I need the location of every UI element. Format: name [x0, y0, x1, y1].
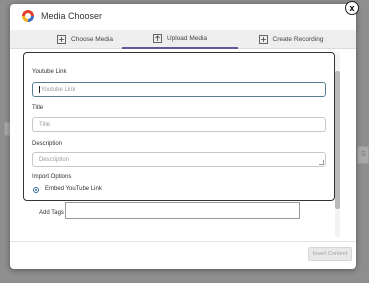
close-button[interactable]: x [345, 1, 359, 15]
plus-square-icon [57, 35, 66, 44]
upload-form-panel: Youtube Link Youtube Link Title Title De… [23, 52, 335, 201]
tab-bar: Choose Media Upload Media Create Recordi… [10, 30, 356, 49]
footer-divider [10, 241, 356, 242]
title-label: Title [32, 105, 44, 111]
tab-label: Choose Media [71, 36, 113, 43]
dialog-title: Media Chooser [41, 11, 103, 21]
title-input[interactable]: Title [32, 117, 326, 132]
add-tags-input[interactable] [65, 202, 300, 219]
embed-youtube-radio-label[interactable]: Embed YouTube Link [45, 186, 102, 192]
description-label: Description [32, 141, 63, 147]
youtube-link-label: Youtube Link [32, 69, 67, 75]
title-placeholder: Title [39, 121, 51, 128]
background-page-fragment-right: S [357, 146, 369, 164]
tab-choose-media[interactable]: Choose Media [40, 30, 130, 49]
import-options-label: Import Options [32, 174, 72, 180]
tab-create-recording[interactable]: Create Recording [246, 30, 336, 49]
tab-upload-media[interactable]: Upload Media [122, 30, 238, 49]
text-cursor [39, 86, 40, 93]
app-logo-icon [22, 10, 34, 22]
insert-content-button[interactable]: Insert Content [308, 247, 352, 261]
add-tags-label: Add Tags [39, 210, 64, 216]
close-icon: x [349, 3, 355, 13]
description-placeholder: Description [39, 156, 70, 163]
youtube-link-input[interactable]: Youtube Link [32, 82, 326, 97]
description-textarea[interactable]: Description [32, 152, 326, 167]
tab-label: Upload Media [166, 35, 208, 42]
dialog-header: Media Chooser [10, 4, 356, 28]
plus-square-icon [258, 35, 268, 44]
embed-youtube-radio[interactable] [33, 187, 39, 193]
tab-label: Create Recording [272, 36, 324, 43]
resize-handle-icon[interactable] [319, 160, 324, 165]
scrollbar[interactable] [335, 52, 340, 237]
upload-icon [153, 34, 162, 43]
scrollbar-thumb[interactable] [335, 71, 340, 209]
youtube-link-placeholder: Youtube Link [41, 86, 76, 93]
media-chooser-dialog: Media Chooser Choose Media Upload Media … [10, 4, 356, 269]
